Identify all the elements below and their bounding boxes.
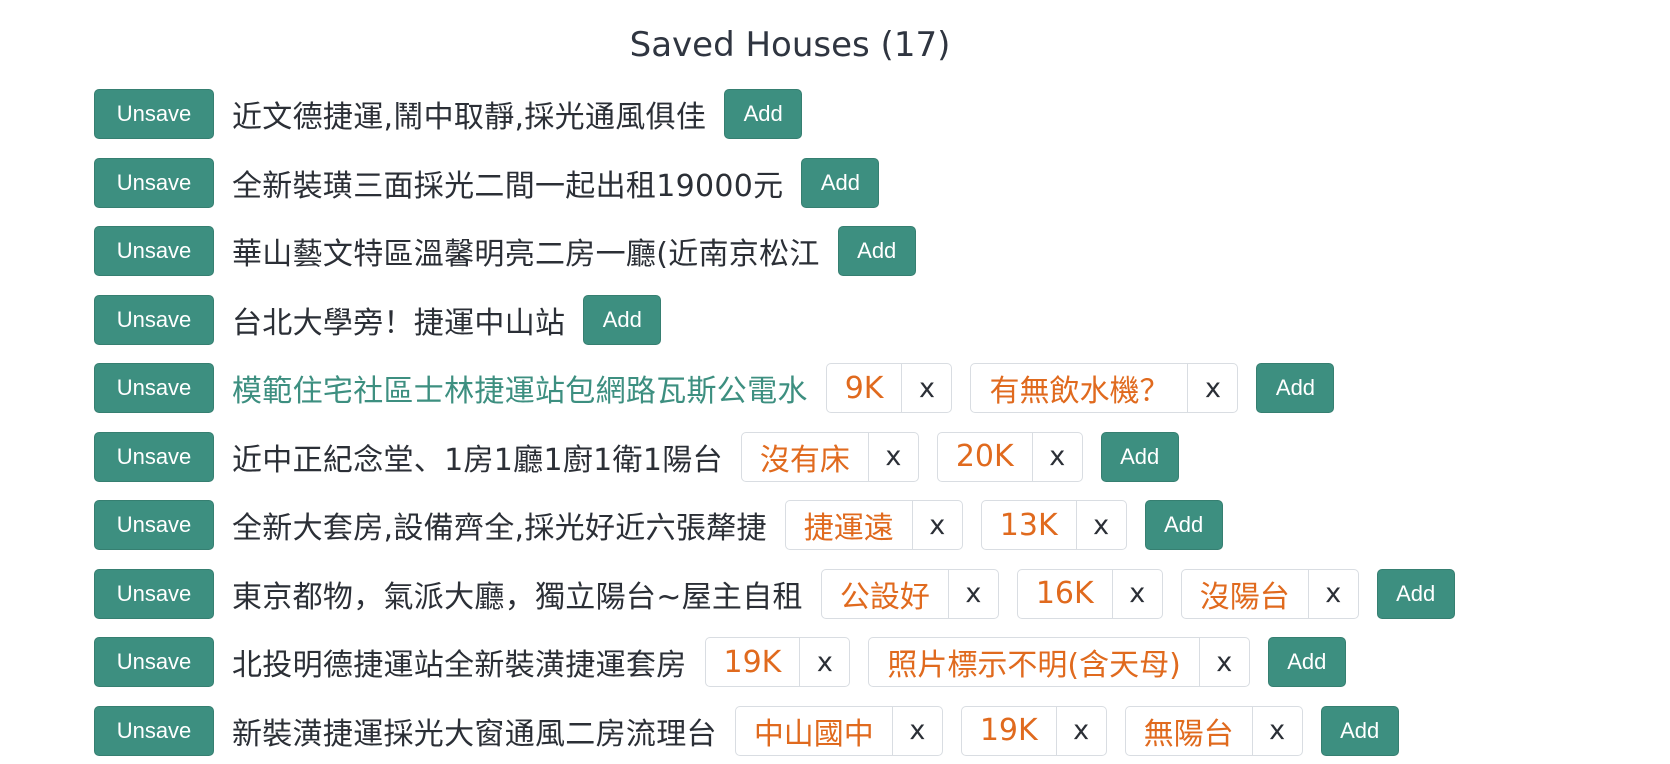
- remove-tag-button[interactable]: x: [901, 364, 951, 412]
- unsave-button[interactable]: Unsave: [94, 568, 214, 619]
- house-row: Unsave 全新裝璜三面採光二間一起出租19000元 Add: [94, 157, 1654, 209]
- house-row: Unsave 全新大套房,設備齊全,採光好近六張犛捷 捷運遠 x 13K x Add: [94, 499, 1654, 551]
- note-tag: 中山國中 x: [734, 705, 943, 756]
- house-title-link[interactable]: 近中正紀念堂、1房1廳1廚1衛1陽台: [232, 435, 723, 479]
- note-tag-label: 無陽台: [1143, 716, 1234, 752]
- add-tag-button[interactable]: Add: [1100, 431, 1179, 482]
- unsave-button[interactable]: Unsave: [94, 157, 214, 208]
- add-tag-button[interactable]: Add: [1320, 705, 1399, 756]
- house-title-link[interactable]: 模範住宅社區士林捷運站包網路瓦斯公電水: [232, 366, 808, 410]
- house-title-link[interactable]: 東京都物，氣派大廳，獨立陽台~屋主自租: [232, 572, 803, 616]
- unsave-button[interactable]: Unsave: [94, 637, 214, 687]
- remove-tag-button[interactable]: x: [1111, 569, 1162, 618]
- add-tag-button[interactable]: Add: [1267, 637, 1346, 687]
- remove-tag-button[interactable]: x: [1075, 501, 1126, 549]
- add-tag-button[interactable]: Add: [724, 89, 803, 139]
- house-title-link[interactable]: 台北大學旁！捷運中山站: [232, 298, 565, 342]
- remove-tag-button[interactable]: x: [1055, 706, 1106, 755]
- remove-tag-button[interactable]: x: [947, 569, 998, 618]
- house-title-link[interactable]: 全新大套房,設備齊全,採光好近六張犛捷: [232, 503, 767, 547]
- note-tag: 19K x: [960, 705, 1107, 756]
- unsave-button[interactable]: Unsave: [94, 226, 214, 276]
- add-tag-button[interactable]: Add: [583, 294, 662, 345]
- remove-tag-button[interactable]: x: [1031, 432, 1082, 481]
- note-tag: 沒有床 x: [740, 431, 919, 482]
- note-tag-label: 中山國中: [753, 716, 874, 752]
- unsave-button[interactable]: Unsave: [94, 500, 214, 550]
- house-row: Unsave 北投明德捷運站全新裝潢捷運套房 19K x 照片標示不明(含天母) x Add: [94, 636, 1654, 688]
- remove-tag-button[interactable]: x: [1307, 569, 1358, 618]
- note-tag: 公設好 x: [820, 568, 999, 619]
- note-tag-label: 照片標示不明(含天母): [887, 648, 1181, 683]
- add-tag-button[interactable]: Add: [801, 157, 880, 208]
- saved-houses-list: Unsave 近文德捷運,鬧中取靜,採光通風俱佳 Add Unsave 全新裝璜三面採光…: [94, 88, 1654, 764]
- house-title-link[interactable]: 北投明德捷運站全新裝潢捷運套房: [232, 640, 687, 684]
- note-tag: 20K x: [936, 431, 1083, 482]
- house-row: Unsave 近中正紀念堂、1房1廳1廚1衛1陽台 沒有床 x 20K x Add: [94, 431, 1654, 483]
- house-row: Unsave 新裝潢捷運採光大窗通風二房流理台 中山國中 x 19K x 無陽台 x Add: [94, 705, 1654, 757]
- saved-houses-page: Saved Houses (17) Unsave 近文德捷運,鬧中取靜,採光通風俱…: [0, 0, 1670, 764]
- add-tag-button[interactable]: Add: [1376, 568, 1455, 619]
- add-tag-button[interactable]: Add: [1144, 500, 1223, 550]
- house-row: Unsave 近文德捷運,鬧中取靜,採光通風俱佳 Add: [94, 88, 1654, 140]
- remove-tag-button[interactable]: x: [799, 638, 849, 686]
- house-row: Unsave 東京都物，氣派大廳，獨立陽台~屋主自租 公設好 x 16K x 沒陽台 x Add: [94, 568, 1654, 620]
- house-row: Unsave 模範住宅社區士林捷運站包網路瓦斯公電水 9K x 有無飲水機？ x Add: [94, 362, 1654, 414]
- house-title-link[interactable]: 華山藝文特區溫馨明亮二房一廳(近南京松江: [232, 229, 820, 273]
- note-tag-label: 沒有床: [759, 442, 850, 478]
- unsave-button[interactable]: Unsave: [94, 363, 214, 413]
- note-tag-label: 有無飲水機？: [989, 374, 1170, 409]
- note-tag-label: 16K: [1035, 576, 1094, 611]
- house-row: Unsave 華山藝文特區溫馨明亮二房一廳(近南京松江 Add: [94, 225, 1654, 277]
- add-tag-button[interactable]: Add: [837, 226, 916, 276]
- note-tag-label: 19K: [979, 713, 1038, 748]
- note-tag-label: 9K: [844, 370, 884, 406]
- note-tag: 有無飲水機？ x: [970, 363, 1239, 413]
- house-row: Unsave 台北大學旁！捷運中山站 Add: [94, 294, 1654, 346]
- add-tag-button[interactable]: Add: [1256, 363, 1335, 413]
- note-tag: 沒陽台 x: [1180, 568, 1359, 619]
- note-tag: 無陽台 x: [1124, 705, 1303, 756]
- unsave-button[interactable]: Unsave: [94, 294, 214, 345]
- note-tag: 19K x: [704, 637, 851, 687]
- house-title-link[interactable]: 近文德捷運,鬧中取靜,採光通風俱佳: [232, 92, 706, 136]
- note-tag: 捷運遠 x: [784, 500, 963, 550]
- note-tag: 9K x: [825, 363, 953, 413]
- remove-tag-button[interactable]: x: [1187, 364, 1237, 412]
- unsave-button[interactable]: Unsave: [94, 705, 214, 756]
- note-tag-label: 13K: [999, 507, 1058, 543]
- remove-tag-button[interactable]: x: [1198, 638, 1249, 686]
- note-tag: 16K x: [1016, 568, 1163, 619]
- remove-tag-button[interactable]: x: [867, 432, 918, 481]
- note-tag: 照片標示不明(含天母) x: [868, 637, 1250, 687]
- remove-tag-button[interactable]: x: [911, 501, 962, 549]
- note-tag-label: 沒陽台: [1199, 579, 1290, 615]
- note-tag: 13K x: [980, 500, 1127, 550]
- remove-tag-button[interactable]: x: [1251, 706, 1302, 755]
- note-tag-label: 公設好: [839, 579, 930, 615]
- house-title-link[interactable]: 新裝潢捷運採光大窗通風二房流理台: [232, 709, 717, 753]
- unsave-button[interactable]: Unsave: [94, 89, 214, 139]
- remove-tag-button[interactable]: x: [891, 706, 942, 755]
- unsave-button[interactable]: Unsave: [94, 431, 214, 482]
- page-title: Saved Houses (17): [629, 25, 951, 65]
- note-tag-label: 20K: [955, 439, 1014, 474]
- house-title-link[interactable]: 全新裝璜三面採光二間一起出租19000元: [232, 161, 783, 205]
- note-tag-label: 19K: [723, 644, 782, 680]
- note-tag-label: 捷運遠: [803, 511, 894, 546]
